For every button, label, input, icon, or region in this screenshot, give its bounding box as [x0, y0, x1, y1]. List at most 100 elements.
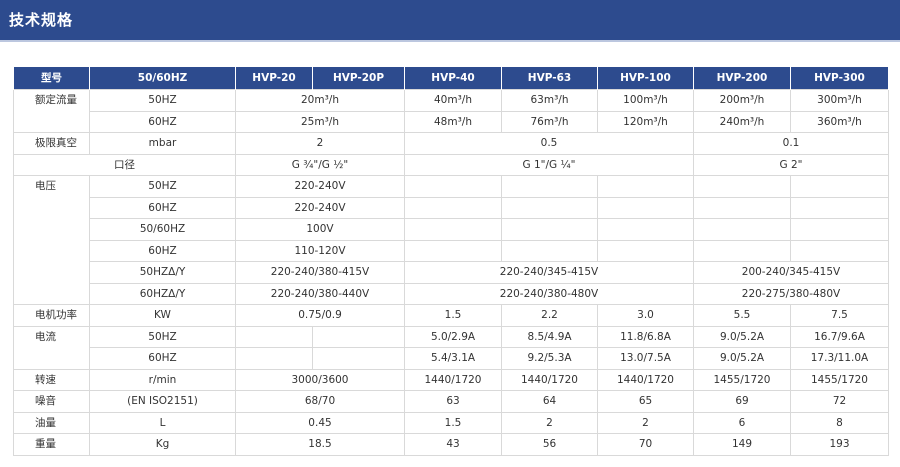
row-label-voltage: 电压 [13, 175, 90, 305]
table-row: 60HZ 5.4/3.1A 9.2/5.3A 13.0/7.5A 9.0/5.2… [14, 347, 889, 370]
row-label-weight: 重量 [13, 433, 90, 456]
table-row: 50/60HZ 100V [14, 218, 889, 241]
cell-value: 0.5 [404, 132, 694, 155]
cell-value: 17.3/11.0A [790, 347, 889, 370]
cell-value: 6 [693, 411, 791, 434]
cell-empty [501, 218, 598, 241]
section-header-bar: 技术规格 [0, 0, 900, 42]
cell-value: 2.2 [501, 304, 598, 327]
cell-value: 220-240/380-480V [404, 282, 694, 305]
row-label-noise: 噪音 [13, 390, 90, 413]
cell-unit: 60HZ [89, 347, 236, 370]
cell-value: 5.5 [693, 304, 791, 327]
cell-unit: (EN ISO2151) [89, 390, 236, 413]
table-row: 60HZ 220-240V [14, 196, 889, 219]
cell-value: 220-240/380-415V [235, 261, 405, 284]
cell-empty [312, 325, 405, 348]
cell-value: 1440/1720 [501, 368, 598, 391]
cell-value: 100V [235, 218, 405, 241]
cell-value: 3.0 [597, 304, 694, 327]
table-row: 油量 L 0.45 1.5 2 2 6 8 [13, 411, 889, 434]
cell-empty [235, 325, 313, 348]
cell-empty [404, 239, 502, 262]
cell-value: 240m³/h [693, 110, 791, 133]
cell-unit: L [89, 411, 236, 434]
header-hvp-200: HVP-200 [693, 66, 791, 90]
cell-value: 63m³/h [501, 89, 598, 112]
cell-value: 20m³/h [235, 89, 405, 112]
cell-value: 40m³/h [404, 89, 502, 112]
cell-unit: 60HZ [89, 196, 236, 219]
cell-value: 1.5 [404, 411, 502, 434]
cell-empty [235, 347, 313, 370]
cell-value: 220-240V [235, 196, 405, 219]
row-label-power: 电机功率 [13, 304, 90, 327]
table-header-row: 型号 50/60HZ HVP-20 HVP-20P HVP-40 HVP-63 … [13, 66, 889, 90]
header-hvp-20p: HVP-20P [312, 66, 405, 90]
cell-unit: Kg [89, 433, 236, 456]
cell-value: 2 [501, 411, 598, 434]
cell-value: 100m³/h [597, 89, 694, 112]
cell-value: 220-240/380-440V [235, 282, 405, 305]
cell-value: 1440/1720 [404, 368, 502, 391]
table-row: 口径 G ¾"/G ½" G 1"/G ¼" G 2" [13, 153, 889, 176]
cell-value: 200-240/345-415V [693, 261, 889, 284]
cell-unit: 50/60HZ [89, 218, 236, 241]
cell-unit: 50HZΔ/Y [89, 261, 236, 284]
cell-empty [404, 196, 502, 219]
cell-value: 5.0/2.9A [404, 325, 502, 348]
cell-value: 1440/1720 [597, 368, 694, 391]
row-label-vacuum: 极限真空 [13, 132, 90, 155]
cell-empty [597, 196, 694, 219]
table-row: 60HZΔ/Y 220-240/380-440V 220-240/380-480… [14, 282, 889, 305]
header-hvp-300: HVP-300 [790, 66, 889, 90]
table-row: 极限真空 mbar 2 0.5 0.1 [13, 132, 889, 155]
cell-value: 220-240/345-415V [404, 261, 694, 284]
cell-value: 11.8/6.8A [597, 325, 694, 348]
cell-value: 9.0/5.2A [693, 347, 791, 370]
cell-empty [404, 218, 502, 241]
header-hvp-40: HVP-40 [404, 66, 502, 90]
cell-value: 48m³/h [404, 110, 502, 133]
cell-unit: 50HZ [89, 89, 236, 112]
cell-value: 120m³/h [597, 110, 694, 133]
table-row: 重量 Kg 18.5 43 56 70 149 193 [13, 433, 889, 456]
cell-empty [693, 175, 791, 198]
cell-value: 300m³/h [790, 89, 889, 112]
cell-value: 5.4/3.1A [404, 347, 502, 370]
cell-unit: 60HZΔ/Y [89, 282, 236, 305]
header-hvp-20: HVP-20 [235, 66, 313, 90]
cell-value: G 1"/G ¼" [404, 153, 694, 176]
cell-value: 220-275/380-480V [693, 282, 889, 305]
cell-empty [693, 218, 791, 241]
cell-value: 0.75/0.9 [235, 304, 405, 327]
table-row: 50HZΔ/Y 220-240/380-415V 220-240/345-415… [14, 261, 889, 284]
cell-value: 3000/3600 [235, 368, 405, 391]
cell-value: G 2" [693, 153, 889, 176]
cell-value: 72 [790, 390, 889, 413]
row-label-oil: 油量 [13, 411, 90, 434]
cell-value: 149 [693, 433, 791, 456]
table-row: 电机功率 KW 0.75/0.9 1.5 2.2 3.0 5.5 7.5 [13, 304, 889, 327]
cell-value: 65 [597, 390, 694, 413]
cell-value: 0.45 [235, 411, 405, 434]
cell-value: 8.5/4.9A [501, 325, 598, 348]
cell-value: 193 [790, 433, 889, 456]
table-row: 转速 r/min 3000/3600 1440/1720 1440/1720 1… [13, 368, 889, 391]
row-label-speed: 转速 [13, 368, 90, 391]
cell-empty [790, 239, 889, 262]
cell-value: 69 [693, 390, 791, 413]
table-row: 电压 50HZ 220-240V [13, 175, 889, 305]
cell-value: 18.5 [235, 433, 405, 456]
cell-value: 200m³/h [693, 89, 791, 112]
cell-value: 16.7/9.6A [790, 325, 889, 348]
cell-empty [501, 239, 598, 262]
cell-value: 1455/1720 [693, 368, 791, 391]
cell-empty [693, 196, 791, 219]
cell-unit: 50HZ [89, 175, 236, 198]
cell-value: 13.0/7.5A [597, 347, 694, 370]
row-label-flow: 额定流量 [13, 89, 90, 133]
cell-unit: 60HZ [89, 110, 236, 133]
cell-value: 110-120V [235, 239, 405, 262]
section-title: 技术规格 [9, 11, 74, 29]
